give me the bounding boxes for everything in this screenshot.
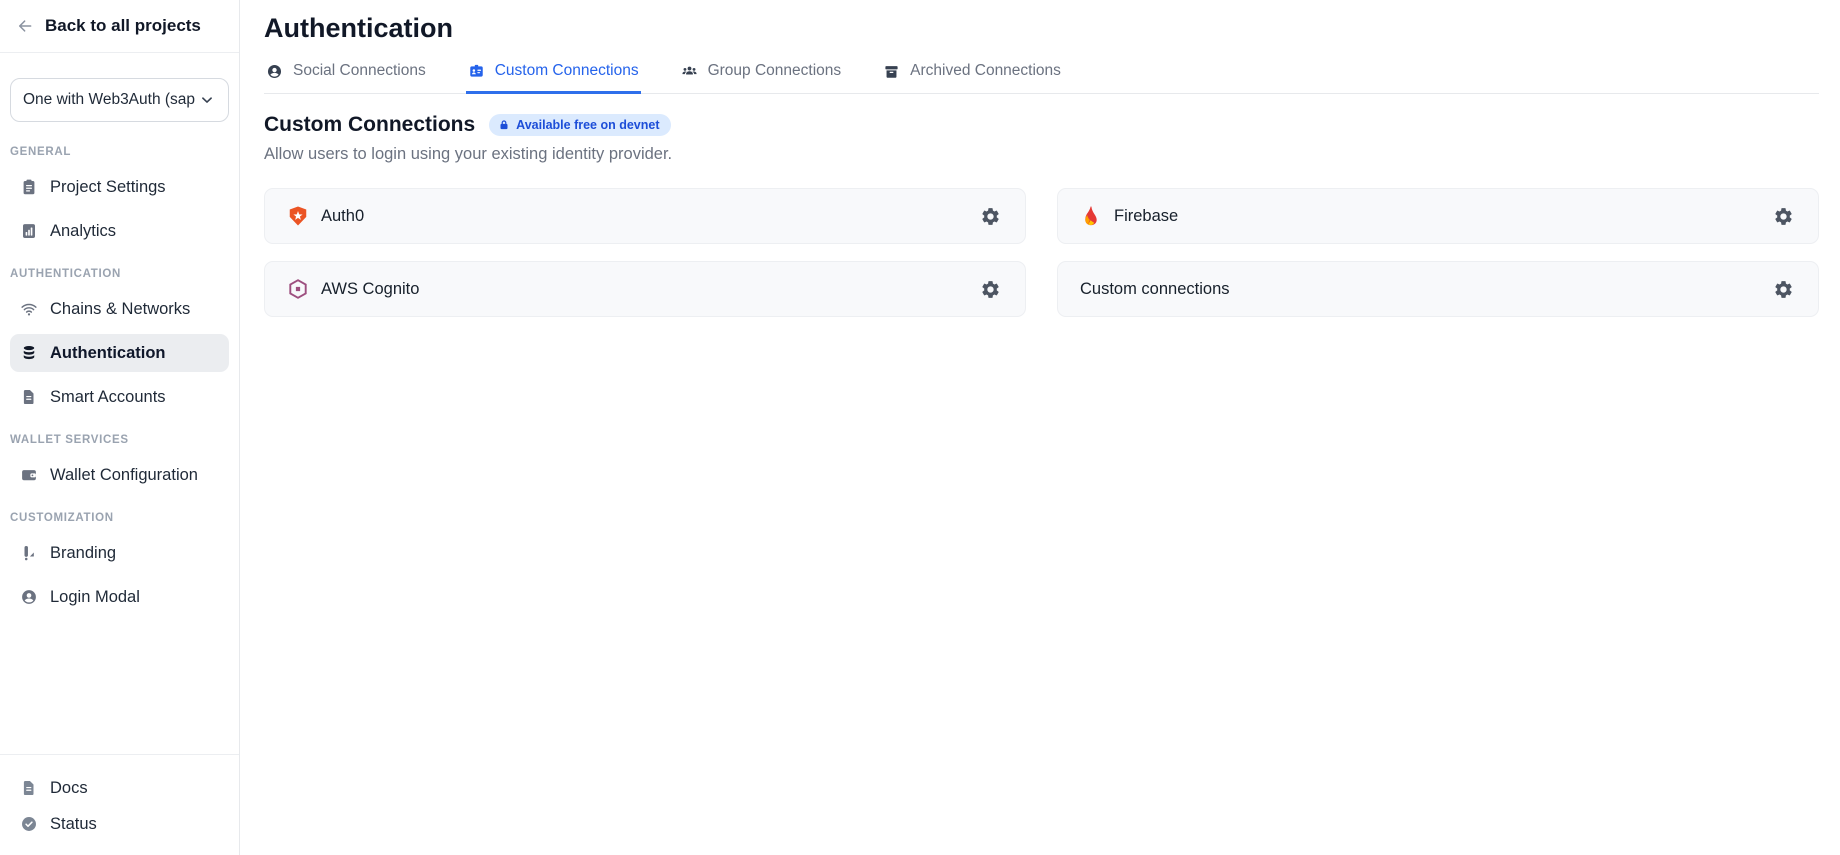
sidebar-item-login-modal[interactable]: Login Modal xyxy=(10,578,229,616)
tab-label: Group Connections xyxy=(708,62,842,80)
wallet-icon xyxy=(20,466,38,484)
gear-icon[interactable] xyxy=(978,277,1003,302)
user-circle-icon xyxy=(20,588,38,606)
sidebar-item-label: Login Modal xyxy=(50,588,140,607)
analytics-chart-icon xyxy=(20,222,38,240)
connections-grid: Auth0 Firebase xyxy=(264,188,1819,317)
section-header: Custom Connections Available free on dev… xyxy=(264,113,1819,137)
gear-icon[interactable] xyxy=(978,204,1003,229)
gear-icon[interactable] xyxy=(1771,204,1796,229)
group-icon xyxy=(681,63,698,80)
app-window: Back to all projects One with Web3Auth (… xyxy=(0,0,1840,855)
firebase-logo xyxy=(1080,205,1102,227)
sidebar: Back to all projects One with Web3Auth (… xyxy=(0,0,240,855)
section-label-general: GENERAL xyxy=(10,146,229,158)
section-label-wallet-services: WALLET SERVICES xyxy=(10,434,229,446)
section-description: Allow users to login using your existing… xyxy=(264,145,1819,164)
sidebar-item-label: Docs xyxy=(50,779,88,798)
page-title: Authentication xyxy=(264,13,1819,44)
connection-card-label: Custom connections xyxy=(1080,280,1230,299)
connection-card-aws-cognito[interactable]: AWS Cognito xyxy=(264,261,1026,317)
tab-label: Social Connections xyxy=(293,62,426,80)
sidebar-item-label: Smart Accounts xyxy=(50,388,166,407)
sidebar-item-docs[interactable]: Docs xyxy=(10,771,229,805)
sidebar-item-label: Chains & Networks xyxy=(50,300,190,319)
tab-label: Archived Connections xyxy=(910,62,1061,80)
tab-social-connections[interactable]: Social Connections xyxy=(264,60,428,94)
connection-card-label: Firebase xyxy=(1114,207,1178,226)
tab-archived-connections[interactable]: Archived Connections xyxy=(881,60,1063,94)
check-circle-icon xyxy=(20,815,38,833)
auth0-logo xyxy=(287,205,309,227)
connection-card-firebase[interactable]: Firebase xyxy=(1057,188,1819,244)
id-badge-icon xyxy=(468,63,485,80)
connection-card-auth0[interactable]: Auth0 xyxy=(264,188,1026,244)
clipboard-icon xyxy=(20,178,38,196)
connection-card-custom-connections[interactable]: Custom connections xyxy=(1057,261,1819,317)
devnet-badge: Available free on devnet xyxy=(489,114,670,136)
back-to-projects-link[interactable]: Back to all projects xyxy=(0,0,239,53)
sidebar-item-label: Branding xyxy=(50,544,116,563)
lock-icon xyxy=(498,119,510,131)
sidebar-item-analytics[interactable]: Analytics xyxy=(10,212,229,250)
sidebar-item-project-settings[interactable]: Project Settings xyxy=(10,168,229,206)
back-arrow-icon xyxy=(16,17,34,35)
sidebar-item-wallet-configuration[interactable]: Wallet Configuration xyxy=(10,456,229,494)
sidebar-item-label: Project Settings xyxy=(50,178,166,197)
archive-icon xyxy=(883,63,900,80)
tab-group-connections[interactable]: Group Connections xyxy=(679,60,844,94)
chevron-down-icon xyxy=(198,91,216,109)
aws-cognito-logo xyxy=(287,278,309,300)
sidebar-footer: Docs Status xyxy=(0,754,239,855)
sidebar-nav: GENERAL Project Settings A xyxy=(0,122,239,754)
tab-label: Custom Connections xyxy=(495,62,639,80)
sidebar-item-label: Wallet Configuration xyxy=(50,466,198,485)
wifi-icon xyxy=(20,300,38,318)
devnet-badge-label: Available free on devnet xyxy=(516,118,659,132)
document-icon xyxy=(20,388,38,406)
sidebar-item-smart-accounts[interactable]: Smart Accounts xyxy=(10,378,229,416)
project-selector-value: One with Web3Auth (sap xyxy=(23,91,195,109)
database-icon xyxy=(20,344,38,362)
section-label-customization: CUSTOMIZATION xyxy=(10,512,229,524)
branding-icon xyxy=(20,544,38,562)
sidebar-item-status[interactable]: Status xyxy=(10,807,229,841)
section-label-authentication: AUTHENTICATION xyxy=(10,268,229,280)
gear-icon[interactable] xyxy=(1771,277,1796,302)
sidebar-item-authentication[interactable]: Authentication xyxy=(10,334,229,372)
main-content: Authentication Social Connections Custom… xyxy=(240,0,1840,855)
document-icon xyxy=(20,779,38,797)
project-selector-dropdown[interactable]: One with Web3Auth (sap xyxy=(10,78,229,122)
sidebar-item-label: Authentication xyxy=(50,344,166,363)
connection-card-label: Auth0 xyxy=(321,207,364,226)
tab-custom-connections[interactable]: Custom Connections xyxy=(466,60,641,94)
user-circle-icon xyxy=(266,63,283,80)
sidebar-item-label: Status xyxy=(50,815,97,834)
sidebar-item-label: Analytics xyxy=(50,222,116,241)
tab-bar: Social Connections Custom Connections xyxy=(264,60,1819,94)
section-title: Custom Connections xyxy=(264,113,475,137)
sidebar-item-chains-networks[interactable]: Chains & Networks xyxy=(10,290,229,328)
sidebar-item-branding[interactable]: Branding xyxy=(10,534,229,572)
connection-card-label: AWS Cognito xyxy=(321,280,419,299)
back-link-label: Back to all projects xyxy=(45,16,201,36)
